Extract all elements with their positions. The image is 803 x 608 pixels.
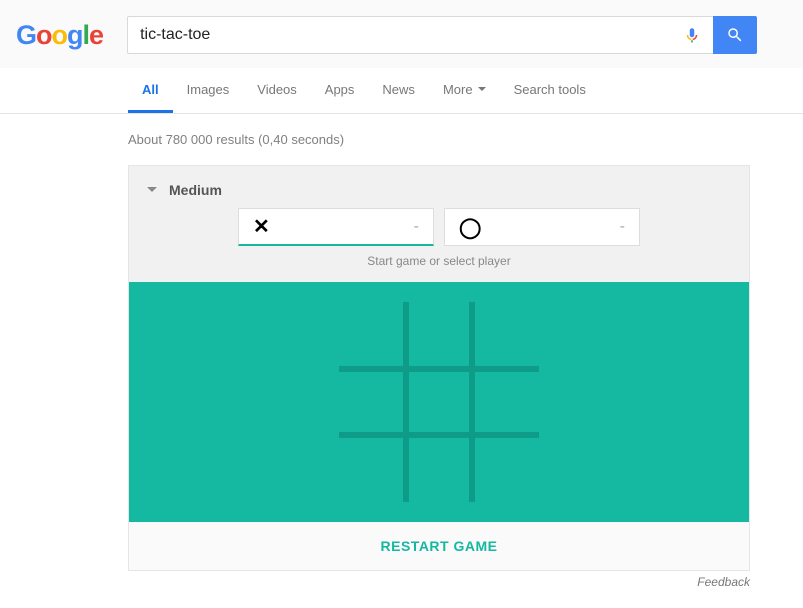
player-o[interactable]: ◯ - — [444, 208, 640, 246]
feedback-link[interactable]: Feedback — [128, 571, 750, 589]
game-board[interactable] — [129, 282, 749, 522]
difficulty-selector[interactable]: Medium — [129, 166, 749, 208]
header: Google All Images Videos Apps News More … — [0, 0, 803, 114]
x-score: - — [414, 218, 419, 236]
tab-images[interactable]: Images — [173, 68, 244, 113]
search-bar — [127, 16, 757, 54]
content: About 780 000 results (0,40 seconds) Med… — [0, 114, 803, 589]
tab-news[interactable]: News — [368, 68, 429, 113]
tab-videos[interactable]: Videos — [243, 68, 311, 113]
grid — [339, 302, 539, 502]
difficulty-label: Medium — [169, 182, 222, 198]
game-hint: Start game or select player — [129, 254, 749, 282]
result-stats: About 780 000 results (0,40 seconds) — [128, 132, 803, 147]
tab-more[interactable]: More — [429, 68, 500, 113]
restart-button[interactable]: RESTART GAME — [129, 522, 749, 570]
o-score: - — [620, 218, 625, 236]
tab-apps[interactable]: Apps — [311, 68, 369, 113]
tic-tac-toe-card: Medium ✕ - ◯ - Start game or select play… — [128, 165, 750, 571]
search-icon — [726, 26, 744, 44]
google-logo[interactable]: Google — [16, 20, 103, 51]
chevron-down-icon — [147, 187, 157, 197]
search-button[interactable] — [713, 16, 757, 54]
search-input[interactable] — [140, 26, 683, 44]
mic-icon[interactable] — [683, 23, 701, 47]
tab-all[interactable]: All — [128, 68, 173, 113]
x-mark-icon: ✕ — [253, 214, 270, 239]
player-x[interactable]: ✕ - — [238, 208, 434, 246]
search-tools[interactable]: Search tools — [500, 68, 600, 113]
o-mark-icon: ◯ — [459, 215, 481, 240]
search-tabs: All Images Videos Apps News More Search … — [0, 68, 803, 113]
